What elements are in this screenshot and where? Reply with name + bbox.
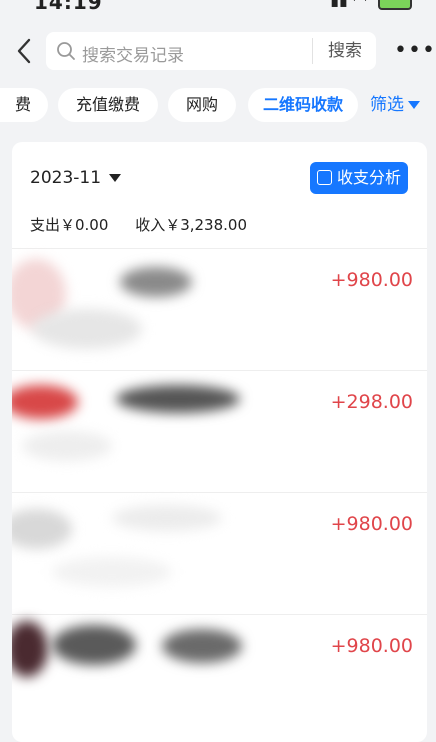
status-bar: 14:19 ▮▮ ◠ [0,0,436,14]
triangle-down-icon [109,174,122,182]
month-selector[interactable]: 2023-11 [30,168,122,188]
chevron-left-icon [17,38,31,64]
wifi-icon: ◠ [353,0,367,9]
analysis-label: 收支分析 [336,168,401,187]
transaction-row[interactable]: +980.00 [12,248,427,370]
obscured-avatar [12,509,72,549]
filter-label: 筛选 [370,95,404,115]
search-divider [312,38,313,64]
filter-button[interactable]: 筛选 [370,88,420,122]
top-bar: 搜索交易记录 搜索 ••• [0,28,436,74]
back-button[interactable] [12,34,38,68]
signal-icon: ▮▮ [330,0,348,9]
income-total: 收入￥3,238.00 [135,216,247,234]
status-icons: ▮▮ ◠ [330,0,412,10]
expense-total: 支出￥0.00 [30,216,109,234]
more-options-icon[interactable]: ••• [394,38,435,64]
chip-recharge[interactable]: 充值缴费 [58,88,158,122]
obscured-name [120,267,192,297]
transaction-row[interactable]: +298.00 [12,370,427,492]
obscured-name [116,385,240,413]
search-icon [57,42,75,60]
obscured-detail [32,309,142,349]
search-input[interactable]: 搜索交易记录 [82,41,184,66]
obscured-avatar [12,385,78,419]
month-label: 2023-11 [30,168,102,188]
obscured-detail [162,629,242,663]
obscured-avatar [12,621,48,677]
transactions-card: 2023-11 收支分析 支出￥0.00 收入￥3,238.00 +980.00… [12,142,427,742]
transaction-row[interactable]: +980.00 [12,492,427,614]
search-box: 搜索交易记录 搜索 [46,32,376,70]
category-chips: 费 充值缴费 网购 二维码收款 筛选 [0,88,436,122]
transaction-amount: +980.00 [330,269,413,291]
triangle-down-icon [408,101,420,109]
transaction-row[interactable]: +980.00 [12,614,427,736]
battery-icon [378,0,412,10]
chip-online-shopping[interactable]: 网购 [168,88,236,122]
transaction-amount: +298.00 [330,391,413,413]
analysis-button[interactable]: 收支分析 [310,162,408,194]
transaction-list: +980.00 +298.00 +980.00 +980.00 [12,248,427,736]
obscured-detail [52,557,172,587]
status-time: 14:19 [34,0,103,14]
transaction-amount: +980.00 [330,513,413,535]
monthly-summary: 支出￥0.00 收入￥3,238.00 [30,214,269,235]
chip-fee[interactable]: 费 [0,88,48,122]
chip-qr-payment[interactable]: 二维码收款 [248,88,358,122]
search-button[interactable]: 搜索 [314,32,376,70]
chart-icon [316,170,332,185]
transaction-amount: +980.00 [330,635,413,657]
obscured-detail [22,431,112,461]
obscured-name [112,505,222,531]
obscured-name [52,625,136,665]
